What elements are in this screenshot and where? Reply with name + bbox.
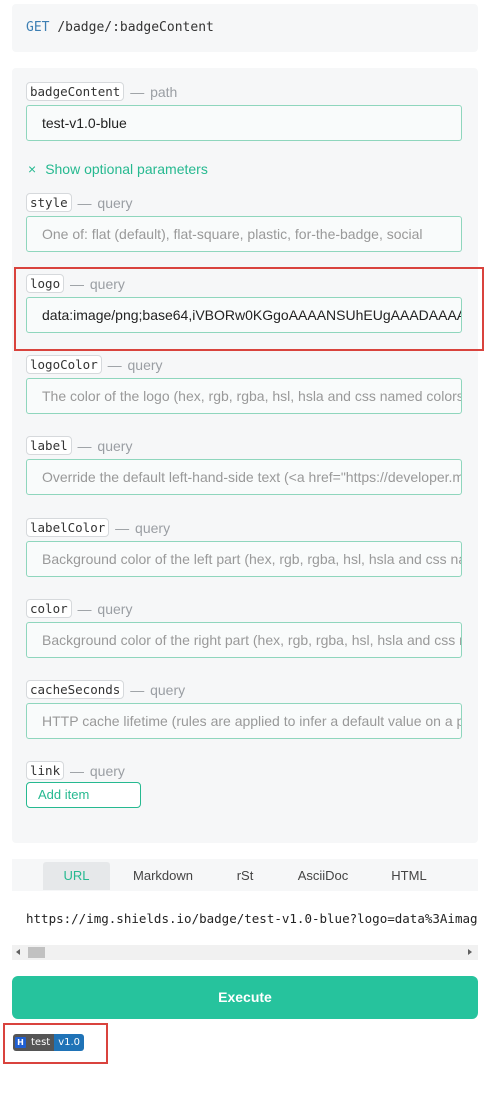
logo-highlight-box: [14, 267, 484, 351]
tab-asciidoc[interactable]: AsciiDoc: [288, 862, 358, 890]
param-label-row: cacheSeconds — query: [26, 680, 185, 700]
snippet-panel: URL Markdown rSt AsciiDoc HTML https://i…: [12, 859, 478, 960]
param-separator: —: [77, 600, 92, 617]
badge-highlight-box: [3, 1023, 108, 1064]
add-item-button[interactable]: Add item: [26, 782, 141, 808]
param-type: query: [97, 437, 133, 454]
param-separator: —: [77, 194, 92, 211]
logoColor-input[interactable]: The color of the logo (hex, rgb, rgba, h…: [26, 378, 462, 414]
param-label-row: badgeContent — path: [26, 82, 177, 102]
horizontal-scrollbar[interactable]: [12, 945, 478, 960]
tab-markdown[interactable]: Markdown: [123, 862, 203, 890]
badgeContent-input[interactable]: test-v1.0-blue: [26, 105, 462, 141]
cacheSeconds-input[interactable]: HTTP cache lifetime (rules are applied t…: [26, 703, 462, 739]
tab-url[interactable]: URL: [43, 862, 110, 890]
scrollbar-thumb[interactable]: [28, 947, 45, 958]
param-separator: —: [77, 437, 92, 454]
param-type: query: [89, 762, 125, 779]
param-name: link: [26, 761, 65, 780]
http-method: GET: [26, 20, 50, 35]
endpoint-header: GET /badge/:badgeContent: [12, 4, 478, 52]
param-label-row: link — query: [26, 761, 125, 781]
param-name: logoColor: [26, 355, 102, 374]
param-type: query: [135, 519, 171, 536]
optional-toggle-label: Show optional parameters: [45, 161, 208, 177]
param-type: query: [97, 600, 133, 617]
param-type: query: [150, 681, 186, 698]
label-input[interactable]: Override the default left-hand-side text…: [26, 459, 462, 495]
result-url[interactable]: https://img.shields.io/badge/test-v1.0-b…: [26, 911, 478, 926]
scroll-right-icon[interactable]: [468, 949, 472, 955]
param-type: path: [150, 83, 178, 100]
snippet-tabs: URL Markdown rSt AsciiDoc HTML: [12, 859, 478, 891]
param-name: cacheSeconds: [26, 680, 125, 699]
param-separator: —: [130, 681, 145, 698]
param-type: query: [97, 194, 133, 211]
param-separator: —: [130, 83, 145, 100]
param-name: labelColor: [26, 518, 110, 537]
param-label-row: style — query: [26, 193, 132, 213]
endpoint-path: /badge/:badgeContent: [57, 20, 214, 35]
style-input[interactable]: One of: flat (default), flat-square, pla…: [26, 216, 462, 252]
scroll-left-icon[interactable]: [16, 949, 20, 955]
param-separator: —: [107, 356, 122, 373]
close-icon: ×: [28, 161, 37, 177]
param-name: badgeContent: [26, 82, 125, 101]
param-label-row: label — query: [26, 436, 132, 456]
parameters-panel: badgeContent — path test-v1.0-blue × Show…: [12, 68, 478, 843]
color-input[interactable]: Background color of the right part (hex,…: [26, 622, 462, 658]
param-name: color: [26, 599, 72, 618]
param-separator: —: [70, 762, 84, 779]
execute-button[interactable]: Execute: [12, 976, 478, 1019]
param-label-row: logoColor — query: [26, 355, 163, 375]
param-name: label: [26, 436, 72, 455]
labelColor-input[interactable]: Background color of the left part (hex, …: [26, 541, 462, 577]
tab-html[interactable]: HTML: [382, 862, 436, 890]
tab-rst[interactable]: rSt: [222, 862, 268, 890]
url-output: https://img.shields.io/badge/test-v1.0-b…: [12, 891, 478, 945]
param-label-row: color — query: [26, 599, 132, 619]
endpoint-text: GET /badge/:badgeContent: [26, 20, 214, 35]
show-optional-parameters-toggle[interactable]: × Show optional parameters: [28, 161, 208, 177]
param-type: query: [127, 356, 163, 373]
param-label-row: labelColor — query: [26, 518, 170, 538]
param-name: style: [26, 193, 72, 212]
param-separator: —: [115, 519, 130, 536]
